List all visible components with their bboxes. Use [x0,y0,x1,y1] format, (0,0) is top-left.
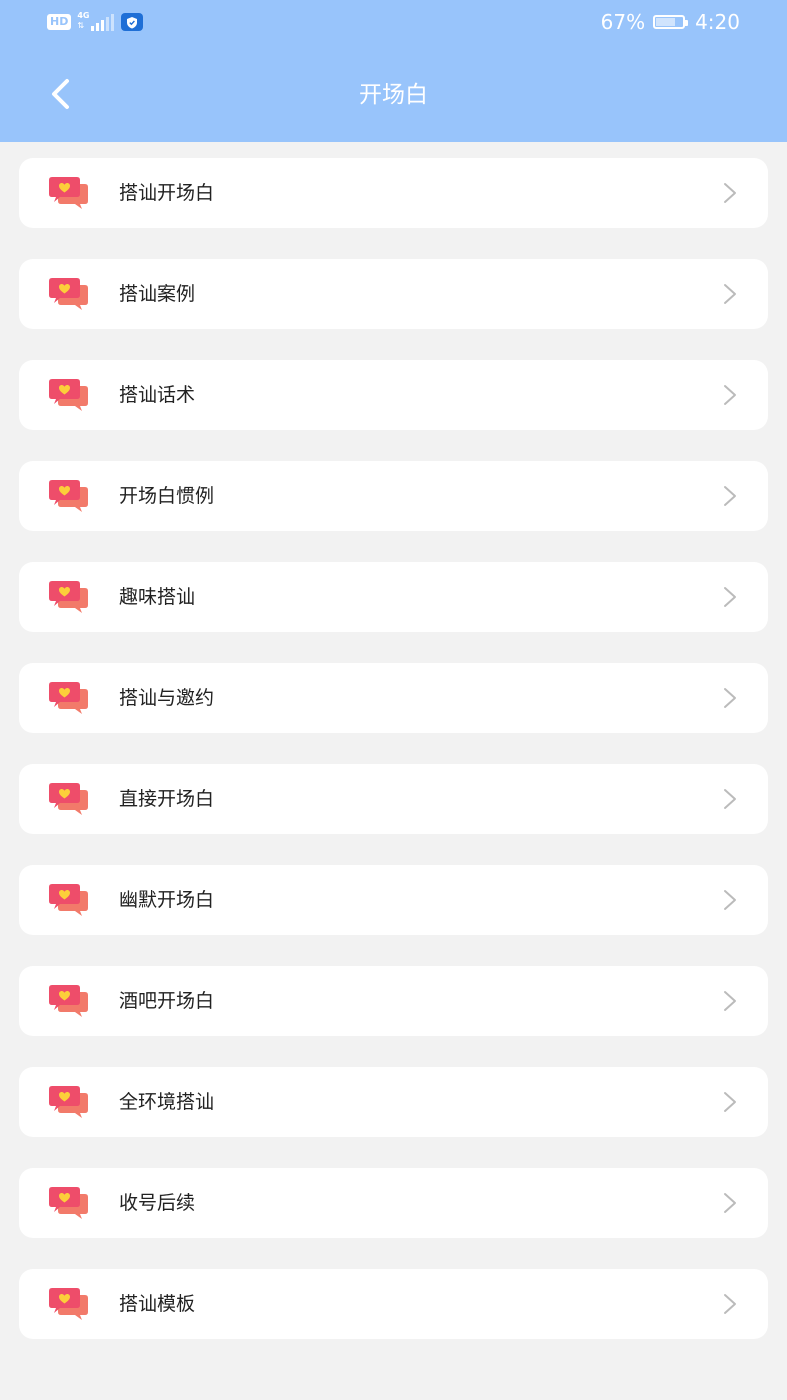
chevron-right-icon [724,890,736,910]
menu-item-6[interactable]: 搭讪与邀约 [19,663,768,733]
menu-item-9[interactable]: 酒吧开场白 [19,966,768,1036]
menu-item-12[interactable]: 搭讪模板 [19,1269,768,1339]
chevron-right-icon [724,688,736,708]
chevron-right-icon [724,486,736,506]
chat-heart-icon [49,985,88,1017]
menu-item-2[interactable]: 搭讪案例 [19,259,768,329]
chevron-right-icon [724,991,736,1011]
menu-item-7[interactable]: 直接开场白 [19,764,768,834]
chevron-right-icon [724,789,736,809]
menu-item-3[interactable]: 搭讪话术 [19,360,768,430]
data-arrows-icon: ⇅ [77,21,85,30]
hd-badge: HD [47,14,72,30]
network-type: 4G [77,11,90,20]
menu-item-label: 搭讪话术 [119,384,196,406]
chat-heart-icon [49,379,88,411]
battery-fill [656,18,675,26]
menu-list: 搭讪开场白 搭讪案例 搭讪话术 开场白惯例 趣味搭讪 搭讪与邀约 直接开场白 幽… [19,158,768,1370]
chat-heart-icon [49,278,88,310]
signal-bar [96,23,100,31]
chat-heart-icon [49,884,88,916]
menu-item-5[interactable]: 趣味搭讪 [19,562,768,632]
shield-icon [121,13,144,31]
signal-icon: 4G ⇅ [77,11,115,33]
menu-item-10[interactable]: 全环境搭讪 [19,1067,768,1137]
chevron-right-icon [724,385,736,405]
chevron-right-icon [724,587,736,607]
chat-heart-icon [49,783,88,815]
menu-item-label: 搭讪开场白 [119,182,215,204]
menu-item-label: 搭讪模板 [119,1293,196,1315]
menu-item-label: 趣味搭讪 [119,586,196,608]
status-right: 67% 4:20 [601,9,740,35]
signal-bar [91,26,95,31]
chat-heart-icon [49,177,88,209]
chevron-right-icon [724,1092,736,1112]
chat-heart-icon [49,682,88,714]
chat-heart-icon [49,581,88,613]
chat-heart-icon [49,1187,88,1219]
menu-item-label: 搭讪案例 [119,283,196,305]
chevron-right-icon [724,1294,736,1314]
battery-percent: 67% [600,10,646,34]
menu-item-label: 酒吧开场白 [119,990,215,1012]
menu-item-label: 幽默开场白 [119,889,215,911]
status-bar: HD 4G ⇅ 67% 4:20 [0,0,787,44]
chat-heart-icon [49,1288,88,1320]
signal-bar [101,20,105,31]
menu-item-4[interactable]: 开场白惯例 [19,461,768,531]
chevron-right-icon [724,1193,736,1213]
status-left: HD 4G ⇅ [47,11,144,33]
chat-heart-icon [49,480,88,512]
menu-item-1[interactable]: 搭讪开场白 [19,158,768,228]
menu-item-11[interactable]: 收号后续 [19,1168,768,1238]
clock: 4:20 [695,10,740,34]
menu-item-label: 直接开场白 [119,788,215,810]
signal-bar [106,17,110,31]
menu-item-label: 收号后续 [119,1192,196,1214]
menu-item-label: 搭讪与邀约 [119,687,215,709]
menu-item-label: 全环境搭讪 [119,1091,215,1113]
chevron-right-icon [724,284,736,304]
menu-item-label: 开场白惯例 [119,485,215,507]
menu-item-8[interactable]: 幽默开场白 [19,865,768,935]
page-title: 开场白 [359,82,428,108]
chevron-right-icon [724,183,736,203]
header-bar: HD 4G ⇅ 67% 4:20 开场白 [0,0,787,142]
signal-bar [111,14,115,31]
battery-icon [653,15,689,29]
chat-heart-icon [49,1086,88,1118]
